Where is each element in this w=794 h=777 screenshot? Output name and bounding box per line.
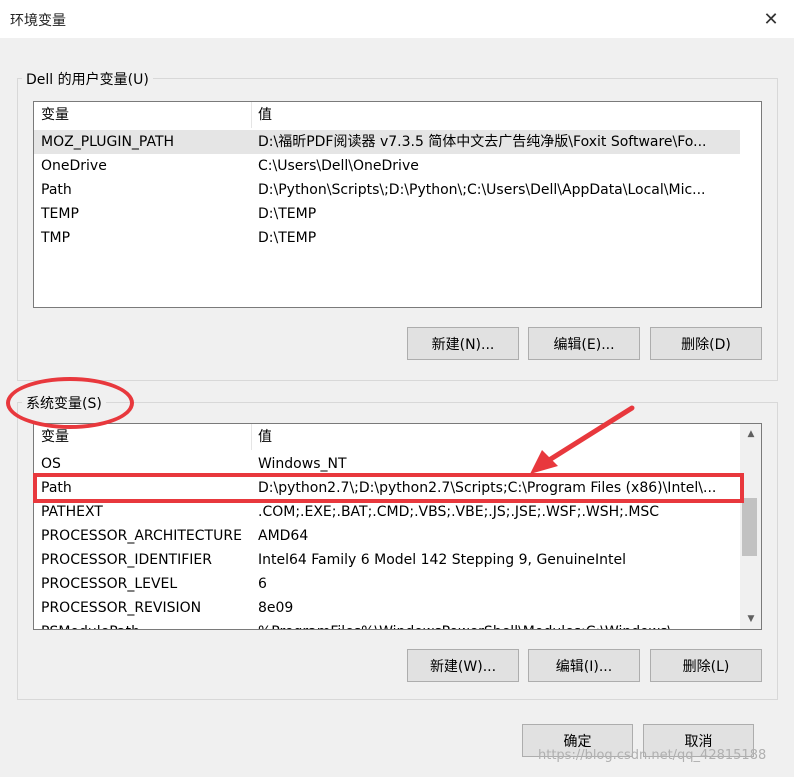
column-header-name[interactable]: 变量 [34, 102, 69, 128]
column-header-value[interactable]: 值 [251, 424, 272, 450]
variable-name: PROCESSOR_LEVEL [41, 576, 178, 592]
list-item[interactable]: PROCESSOR_LEVEL 6 [34, 572, 740, 596]
variable-value: %ProgramFiles%\WindowsPowerShell\Modules… [258, 620, 738, 629]
list-item[interactable]: PATHEXT .COM;.EXE;.BAT;.CMD;.VBS;.VBE;.J… [34, 500, 740, 524]
variable-name: Path [41, 182, 72, 198]
variable-value: D:\福昕PDF阅读器 v7.3.5 简体中文去广告纯净版\Foxit Soft… [258, 134, 707, 150]
variable-value: D:\TEMP [258, 206, 317, 222]
column-header-value[interactable]: 值 [251, 102, 272, 128]
annotation-arrow-icon [530, 405, 635, 474]
list-item[interactable]: TMP D:\TEMP [34, 226, 740, 250]
list-header: 变量 值 [34, 424, 761, 450]
list-item[interactable]: TEMP D:\TEMP [34, 202, 740, 226]
user-edit-button[interactable]: 编辑(E)... [528, 327, 640, 360]
list-item[interactable]: PROCESSOR_ARCHITECTURE AMD64 [34, 524, 740, 548]
scroll-up-icon[interactable]: ▲ [742, 425, 760, 443]
variable-name: PROCESSOR_ARCHITECTURE [41, 528, 242, 544]
list-item[interactable]: PROCESSOR_IDENTIFIER Intel64 Family 6 Mo… [34, 548, 740, 572]
list-item[interactable]: Path D:\Python\Scripts\;D:\Python\;C:\Us… [34, 178, 740, 202]
annotation-ellipse [6, 377, 134, 429]
variable-value: Intel64 Family 6 Model 142 Stepping 9, G… [258, 552, 627, 568]
variable-name: PROCESSOR_IDENTIFIER [41, 552, 212, 568]
user-delete-button[interactable]: 删除(D) [650, 327, 762, 360]
variable-name: PATHEXT [41, 504, 103, 520]
scrollbar-thumb[interactable] [742, 498, 757, 556]
variable-name: OneDrive [41, 158, 107, 174]
list-item[interactable]: OneDrive C:\Users\Dell\OneDrive [34, 154, 740, 178]
user-variables-label: Dell 的用户变量(U) [22, 69, 153, 89]
variable-value: AMD64 [258, 528, 309, 544]
variable-name: MOZ_PLUGIN_PATH [41, 134, 175, 150]
user-variables-list[interactable]: 变量 值 MOZ_PLUGIN_PATH D:\福昕PDF阅读器 v7.3.5 … [33, 101, 762, 308]
variable-value: 8e09 [258, 600, 294, 616]
variable-name: TMP [41, 230, 71, 246]
variable-name: PSModulePath [41, 620, 140, 629]
system-new-button[interactable]: 新建(W)... [407, 649, 519, 682]
title-bar: 环境变量 ✕ [0, 0, 794, 38]
system-delete-button[interactable]: 删除(L) [650, 649, 762, 682]
variable-value: D:\TEMP [258, 230, 317, 246]
user-new-button[interactable]: 新建(N)... [407, 327, 519, 360]
window-title: 环境变量 [10, 13, 66, 29]
variable-value: C:\Users\Dell\OneDrive [258, 158, 419, 174]
list-item[interactable]: PSModulePath %ProgramFiles%\WindowsPower… [34, 620, 740, 629]
variable-value: 6 [258, 576, 267, 592]
list-header: 变量 值 [34, 102, 761, 128]
variable-name: TEMP [41, 206, 79, 222]
watermark-text: https://blog.csdn.net/qq_42815188 [538, 748, 767, 763]
list-item[interactable]: MOZ_PLUGIN_PATH D:\福昕PDF阅读器 v7.3.5 简体中文去… [34, 130, 740, 154]
variable-value: .COM;.EXE;.BAT;.CMD;.VBS;.VBE;.JS;.JSE;.… [258, 504, 660, 520]
list-item[interactable]: PROCESSOR_REVISION 8e09 [34, 596, 740, 620]
scroll-down-icon[interactable]: ▼ [742, 610, 760, 628]
vertical-scrollbar[interactable]: ▲ ▼ [740, 424, 761, 629]
system-edit-button[interactable]: 编辑(I)... [528, 649, 640, 682]
variable-name: PROCESSOR_REVISION [41, 600, 202, 616]
close-icon[interactable]: ✕ [758, 6, 784, 32]
system-variables-list[interactable]: 变量 值 OS Windows_NT Path D:\python2.7\;D:… [33, 423, 762, 630]
variable-value: D:\Python\Scripts\;D:\Python\;C:\Users\D… [258, 182, 706, 198]
